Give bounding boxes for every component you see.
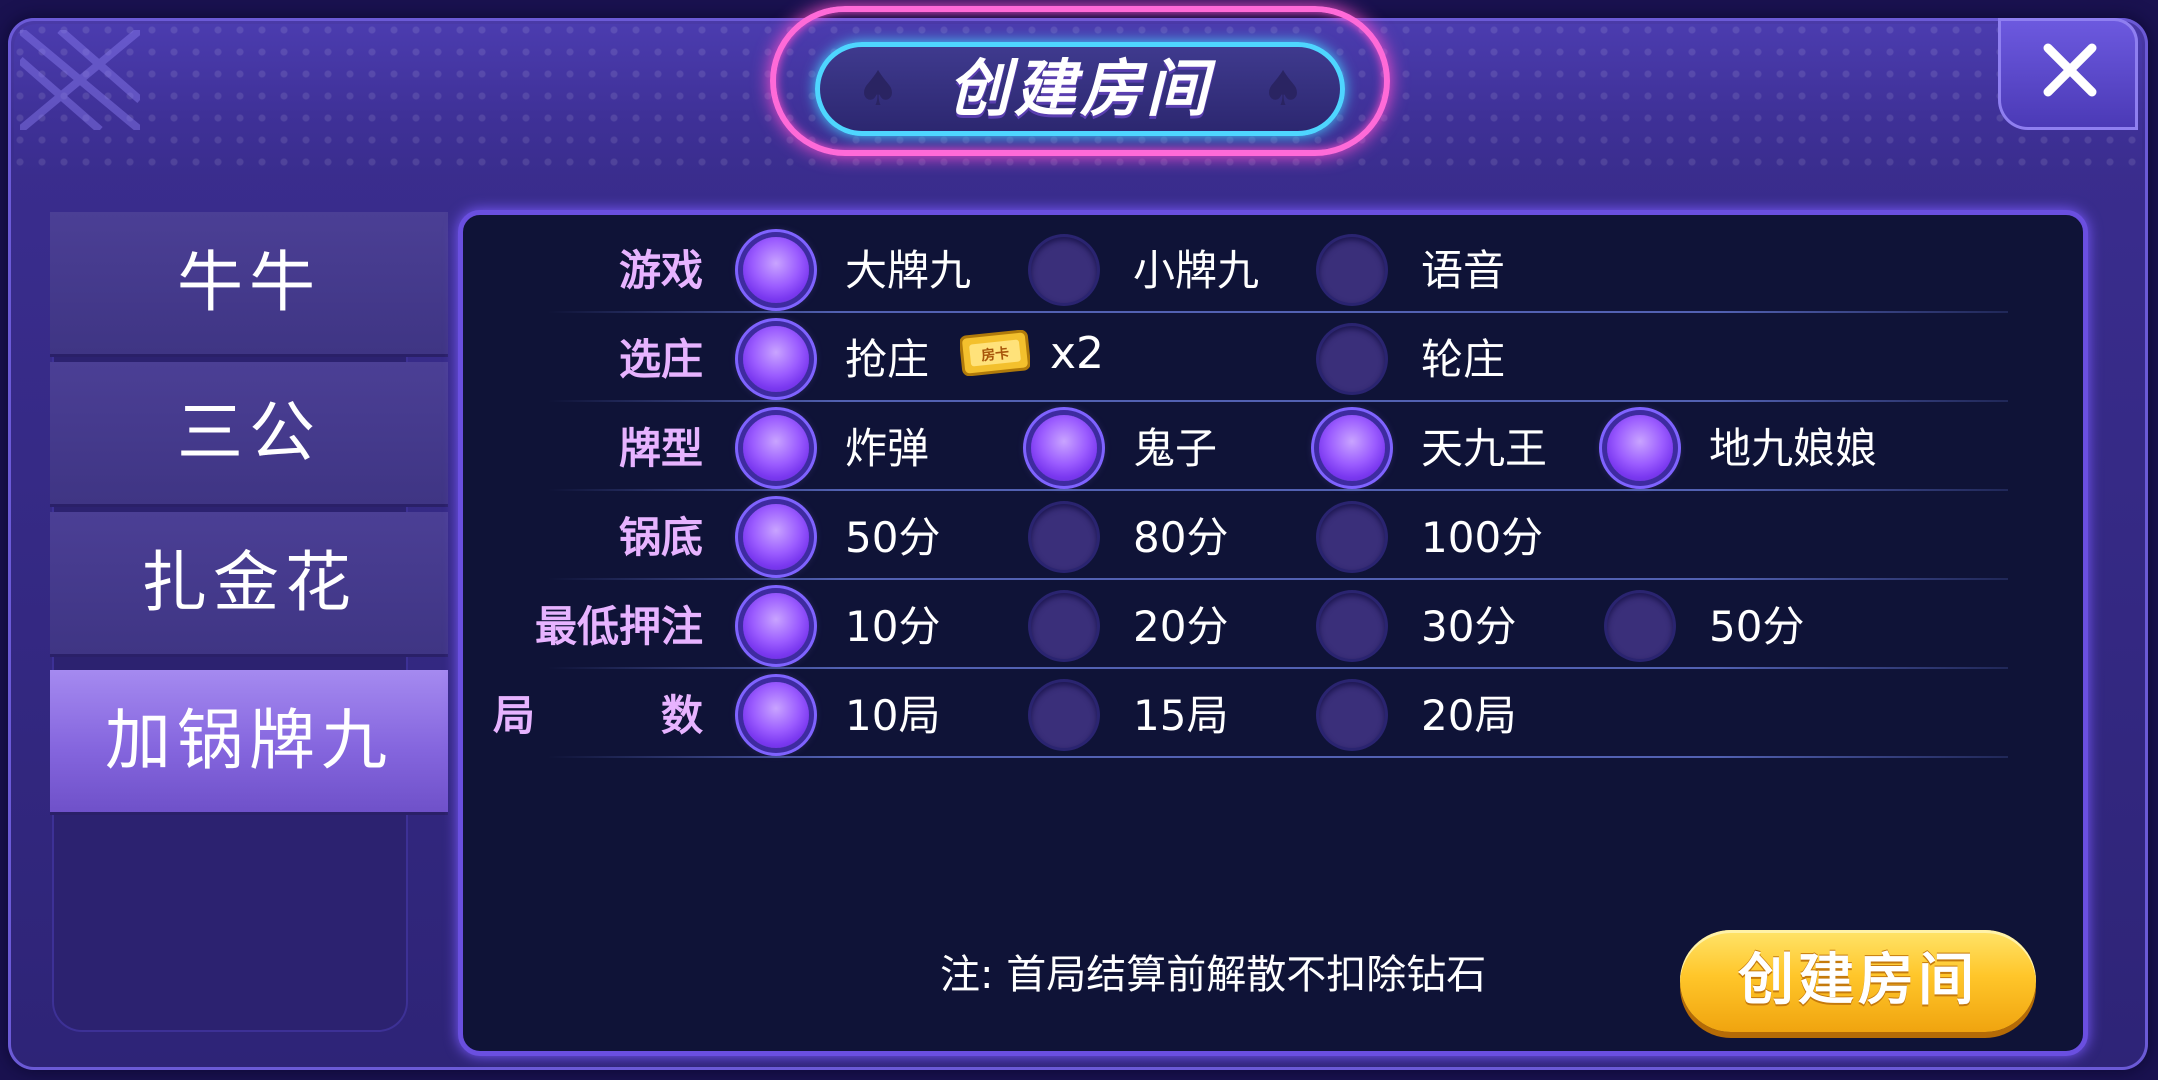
radio-button[interactable]	[1031, 593, 1097, 659]
row-divider	[548, 756, 2008, 758]
radio-button[interactable]	[1319, 682, 1385, 748]
radio-button[interactable]	[743, 504, 809, 570]
room-card-icon: 房卡	[960, 330, 1030, 376]
option-label: 10分	[845, 602, 941, 651]
radio-button[interactable]	[743, 237, 809, 303]
option-label: 天九王	[1421, 424, 1548, 473]
footer-note: 注: 首局结算前解散不扣除钻石	[940, 952, 1487, 998]
row-divider	[548, 489, 2008, 491]
row-game: 游戏 大牌九 小牌九 语音	[463, 227, 2083, 315]
radio-button[interactable]	[1031, 682, 1097, 748]
row-label-game: 游戏	[618, 246, 703, 295]
option-label: 50分	[845, 513, 941, 562]
radio-button[interactable]	[1607, 593, 1673, 659]
row-label-rounds-a: 局	[493, 691, 536, 740]
row-label-banker: 选庄	[618, 335, 703, 384]
title-plate: ♠ ♠ 创建房间	[770, 6, 1390, 156]
row-banker: 选庄 抢庄 轮庄	[463, 316, 2083, 404]
row-card-type: 牌型 炸弹 鬼子 天九王 地九娘娘	[463, 405, 2083, 493]
option-label: 80分	[1133, 513, 1229, 562]
option-label: 15局	[1133, 691, 1229, 740]
row-label-pot-base: 锅底	[618, 513, 703, 562]
row-label-card-type: 牌型	[618, 424, 703, 473]
sidebar-item-niuniu[interactable]: 牛牛	[50, 212, 448, 357]
option-label: 20局	[1421, 691, 1517, 740]
radio-button[interactable]	[743, 682, 809, 748]
option-label: 轮庄	[1421, 335, 1506, 384]
radio-button[interactable]	[1031, 237, 1097, 303]
sidebar-item-zhajinhua[interactable]: 扎金花	[50, 512, 448, 657]
option-label: 100分	[1421, 513, 1544, 562]
dialog-title: 创建房间	[947, 52, 1212, 125]
row-label-min-bet: 最低押注	[534, 602, 703, 651]
option-label: 鬼子	[1133, 424, 1218, 473]
radio-button[interactable]	[1319, 593, 1385, 659]
option-label: 10局	[845, 691, 941, 740]
decorative-x-pattern	[20, 30, 140, 130]
svg-text:房卡: 房卡	[980, 345, 1010, 365]
row-divider	[548, 667, 2008, 669]
option-label: 地九娘娘	[1709, 424, 1878, 473]
option-label: 小牌九	[1133, 246, 1260, 295]
option-label: 20分	[1133, 602, 1229, 651]
checkbox[interactable]	[1031, 415, 1097, 481]
radio-button[interactable]	[1319, 326, 1385, 392]
option-label: 抢庄	[845, 335, 930, 384]
close-icon	[2043, 43, 2097, 97]
radio-button[interactable]	[743, 593, 809, 659]
option-label: 炸弹	[845, 424, 930, 473]
game-sidebar: 牛牛 三公 扎金花 加锅牌九	[50, 212, 450, 1032]
close-button[interactable]	[1998, 18, 2138, 130]
row-min-bet: 最低押注 10分 20分 30分 50分	[463, 583, 2083, 671]
row-label-rounds-b: 数	[660, 691, 703, 740]
option-label: 50分	[1709, 602, 1805, 651]
create-room-button[interactable]: 创建房间	[1680, 930, 2036, 1032]
sidebar-item-sangong[interactable]: 三公	[50, 362, 448, 507]
option-label: 30分	[1421, 602, 1517, 651]
row-pot-base: 锅底 50分 80分 100分	[463, 494, 2083, 582]
row-label-rounds: 局 数	[493, 672, 703, 760]
row-divider	[548, 400, 2008, 402]
radio-button[interactable]	[1319, 504, 1385, 570]
row-rounds: 局 数 10局 15局 20局	[463, 672, 2083, 760]
cost-multiplier: x2	[1050, 328, 1105, 379]
row-divider	[548, 311, 2008, 313]
checkbox[interactable]	[743, 415, 809, 481]
checkbox[interactable]	[1607, 415, 1673, 481]
sidebar-item-jiaguo-paijiu[interactable]: 加锅牌九	[50, 670, 448, 815]
checkbox[interactable]	[1319, 415, 1385, 481]
radio-button[interactable]	[1031, 504, 1097, 570]
row-divider	[548, 578, 2008, 580]
option-label: 语音	[1421, 246, 1506, 295]
radio-button[interactable]	[1319, 237, 1385, 303]
option-label: 大牌九	[845, 246, 972, 295]
radio-button[interactable]	[743, 326, 809, 392]
